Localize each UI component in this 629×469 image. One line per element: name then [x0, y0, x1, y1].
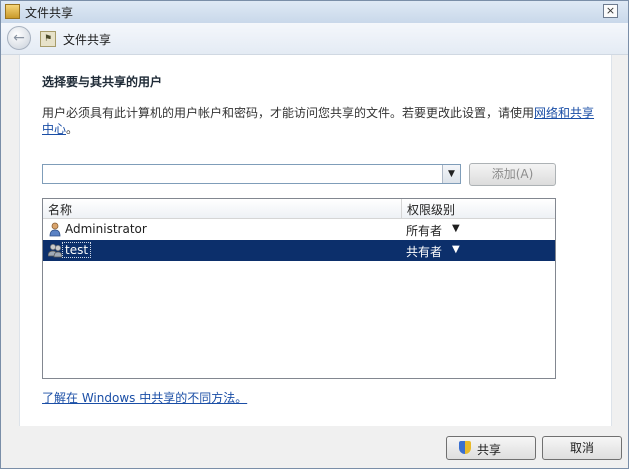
description-end: 。: [66, 122, 79, 136]
share-button-label: 共享: [477, 443, 502, 457]
file-sharing-window: 文件共享 × ← ⚑ 文件共享 选择要与其共享的用户 用户必须具有此计算机的用户…: [0, 0, 629, 469]
list-header: 名称 权限级别: [43, 199, 555, 219]
group-icon: [48, 244, 62, 258]
dropdown-arrow-icon[interactable]: ▼: [452, 244, 460, 255]
column-divider[interactable]: [401, 199, 402, 218]
list-item[interactable]: test 共有者 ▼: [43, 240, 555, 261]
share-button[interactable]: 共享: [446, 436, 536, 460]
user-name: Administrator: [65, 222, 147, 236]
back-button[interactable]: ←: [7, 26, 31, 50]
user-input[interactable]: [45, 166, 440, 182]
page-title: 文件共享: [63, 33, 112, 47]
list-item[interactable]: Administrator 所有者 ▼: [43, 219, 555, 240]
description-body: 用户必须具有此计算机的用户帐户和密码，才能访问您共享的文件。若要更改此设置，请使…: [42, 106, 535, 120]
permission-level[interactable]: 所有者: [406, 222, 442, 239]
column-header-name[interactable]: 名称: [48, 201, 72, 218]
description-text: 用户必须具有此计算机的用户帐户和密码，才能访问您共享的文件。若要更改此设置，请使…: [42, 105, 598, 137]
dropdown-arrow-icon[interactable]: ▼: [452, 223, 460, 234]
column-header-permission[interactable]: 权限级别: [407, 201, 455, 218]
cancel-button[interactable]: 取消: [542, 436, 622, 460]
add-button[interactable]: 添加(A): [469, 163, 556, 186]
dropdown-arrow-icon[interactable]: ▼: [442, 165, 460, 183]
user-name: test: [61, 242, 92, 258]
user-select-combo[interactable]: ▼: [42, 164, 461, 184]
share-folder-icon: [5, 4, 20, 19]
share-folder-icon: ⚑: [40, 31, 56, 47]
button-bar: 共享 取消: [1, 426, 628, 468]
users-list: 名称 权限级别 Administrator 所有者 ▼ test 共有者 ▼: [42, 198, 556, 379]
close-button[interactable]: ×: [603, 4, 618, 18]
section-heading: 选择要与其共享的用户: [42, 75, 163, 89]
learn-sharing-link[interactable]: 了解在 Windows 中共享的不同方法。: [42, 389, 247, 406]
navigation-bar: ← ⚑ 文件共享: [1, 23, 628, 55]
user-icon: [49, 222, 61, 237]
uac-shield-icon: [459, 441, 471, 454]
permission-level[interactable]: 共有者: [406, 243, 442, 260]
content-panel: 选择要与其共享的用户 用户必须具有此计算机的用户帐户和密码，才能访问您共享的文件…: [19, 55, 612, 426]
title-bar: 文件共享 ×: [1, 1, 628, 24]
window-title: 文件共享: [25, 6, 74, 20]
